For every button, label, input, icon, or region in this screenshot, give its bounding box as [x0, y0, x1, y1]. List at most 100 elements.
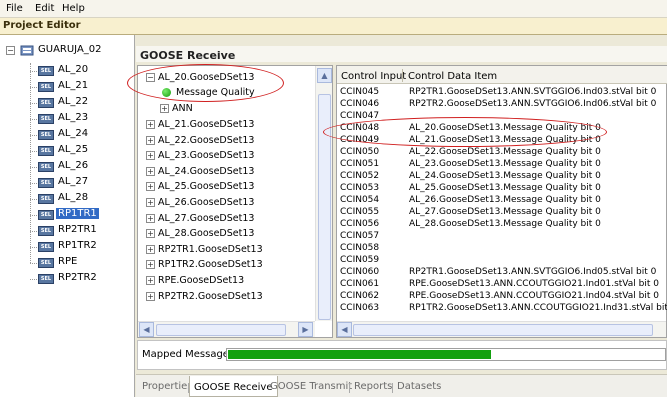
tab-datasets[interactable]: Datasets — [393, 379, 445, 396]
collapse-icon[interactable]: − — [146, 73, 155, 82]
column-divider[interactable] — [402, 69, 403, 82]
tab-goose-receive[interactable]: GOOSE Receive — [189, 376, 278, 397]
expand-icon[interactable]: + — [146, 120, 155, 129]
progress-fill — [228, 350, 491, 359]
table-row[interactable]: CCIN055 AL_27.GooseDSet13.Message Quality… — [337, 207, 667, 218]
scroll-right-icon[interactable]: ▶ — [298, 322, 313, 337]
expand-icon[interactable]: + — [146, 229, 155, 239]
tree-item-label: AL_23 — [58, 112, 89, 123]
control-input-cell: CCIN051 — [340, 159, 380, 169]
bottom-tabs: Properties GOOSE Receive GOOSE Transmit … — [136, 374, 667, 397]
expand-icon[interactable]: + — [146, 166, 155, 176]
tree-item-label: AL_21 — [58, 80, 89, 91]
expand-icon[interactable]: + — [160, 104, 169, 113]
tab-goose-transmit[interactable]: GOOSE Transmit — [266, 379, 356, 396]
dataset-item-label: AL_20.GooseDSet13 — [158, 72, 255, 83]
expand-icon[interactable]: + — [146, 260, 155, 270]
table-row[interactable]: CCIN063 RP1TR2.GooseDSet13.ANN.CCOUTGGIO2… — [337, 303, 667, 314]
control-input-cell: CCIN054 — [340, 195, 380, 205]
table-row[interactable]: CCIN051 AL_23.GooseDSet13.Message Quality… — [337, 159, 667, 170]
scroll-thumb[interactable] — [318, 94, 331, 320]
control-input-cell: CCIN055 — [340, 207, 380, 217]
table-row[interactable]: CCIN050 AL_22.GooseDSet13.Message Quality… — [337, 147, 667, 158]
device-icon: SEL — [38, 146, 54, 156]
project-tree: − GUARUJA_02 SEL AL_20 SEL AL_21 SEL AL_22 SEL… — [0, 35, 135, 397]
menu-bar: File Edit Help — [0, 0, 667, 18]
dataset-vertical-scrollbar[interactable]: ▲ — [315, 66, 332, 321]
device-icon: SEL — [38, 178, 54, 188]
table-row[interactable]: CCIN061 RPE.GooseDSet13.ANN.CCOUTGGIO21.I… — [337, 279, 667, 290]
expand-icon[interactable]: + — [146, 151, 155, 161]
dataset-item-label: AL_26.GooseDSet13 — [158, 197, 255, 208]
dataset-horizontal-scrollbar[interactable]: ◀ ▶ — [138, 321, 315, 337]
dataset-item-label: AL_22.GooseDSet13 — [158, 134, 255, 146]
expand-icon[interactable]: + — [146, 213, 155, 223]
scroll-thumb[interactable] — [156, 324, 286, 336]
control-input-cell: CCIN056 — [340, 219, 380, 229]
expand-icon[interactable]: + — [146, 135, 155, 145]
device-icon: SEL — [38, 114, 54, 124]
expand-icon[interactable]: + — [146, 198, 155, 207]
control-data-item-cell: AL_21.GooseDSet13.Message Quality bit 0 — [409, 135, 601, 145]
mapped-messages-label: Mapped Messages — [142, 349, 235, 360]
tree-item-label: AL_24 — [58, 128, 89, 139]
menu-help[interactable]: Help — [62, 3, 85, 14]
menu-edit[interactable]: Edit — [35, 3, 54, 14]
tree-item-label: AL_25 — [58, 144, 89, 155]
table-row[interactable]: CCIN053 AL_25.GooseDSet13.Message Quality… — [337, 183, 667, 194]
table-horizontal-scrollbar[interactable]: ◀ — [337, 321, 666, 337]
device-icon: SEL — [38, 66, 54, 76]
device-icon: SEL — [38, 162, 54, 172]
table-row[interactable]: CCIN058 — [337, 243, 667, 254]
table-row[interactable]: CCIN060 RP2TR1.GooseDSet13.ANN.SVTGGIO6.I… — [337, 267, 667, 278]
table-row[interactable]: CCIN048 AL_20.GooseDSet13.Message Quality… — [337, 123, 667, 134]
dataset-item-label: AL_21.GooseDSet13 — [158, 119, 255, 130]
ann-label: ANN — [172, 103, 193, 114]
device-icon: SEL — [38, 242, 54, 252]
scroll-thumb[interactable] — [353, 324, 653, 336]
device-icon: SEL — [38, 210, 54, 220]
control-data-item-cell: AL_28.GooseDSet13.Message Quality bit 0 — [409, 219, 601, 229]
tree-item-label: RPE — [58, 256, 78, 267]
column-header-control-data-item[interactable]: Control Data Item — [408, 71, 497, 82]
control-data-item-cell: RP2TR1.GooseDSet13.ANN.SVTGGIO6.Ind05.st… — [409, 267, 657, 277]
tree-guide-line — [30, 247, 37, 248]
tree-guide-line — [30, 183, 37, 184]
table-row[interactable]: CCIN047 — [337, 111, 667, 122]
column-header-control-input[interactable]: Control Input — [341, 71, 406, 82]
control-input-cell: CCIN049 — [340, 135, 380, 145]
control-input-cell: CCIN063 — [340, 303, 380, 313]
scroll-up-icon[interactable]: ▲ — [317, 68, 332, 83]
tree-guide-line — [30, 167, 37, 168]
table-row[interactable]: CCIN057 — [337, 231, 667, 242]
tab-reports[interactable]: Reports — [350, 379, 396, 396]
control-input-cell: CCIN053 — [340, 183, 380, 193]
dataset-item-label: RP2TR1.GooseDSet13 — [158, 243, 263, 255]
tree-guide-line — [30, 151, 37, 152]
table-row[interactable]: CCIN056 AL_28.GooseDSet13.Message Quality… — [337, 219, 667, 230]
control-data-item-cell: AL_22.GooseDSet13.Message Quality bit 0 — [409, 147, 601, 157]
control-data-item-cell: AL_24.GooseDSet13.Message Quality bit 0 — [409, 171, 601, 181]
table-row[interactable]: CCIN045 RP2TR1.GooseDSet13.ANN.SVTGGIO6.I… — [337, 87, 667, 98]
mapped-messages-progress — [226, 348, 666, 361]
expand-icon[interactable]: + — [146, 182, 155, 192]
expand-icon[interactable]: + — [146, 276, 155, 285]
table-row[interactable]: CCIN062 RPE.GooseDSet13.ANN.CCOUTGGIO21.I… — [337, 291, 667, 302]
table-row[interactable]: CCIN052 AL_24.GooseDSet13.Message Quality… — [337, 171, 667, 182]
expand-icon[interactable]: + — [146, 244, 155, 254]
expand-icon[interactable]: + — [146, 291, 155, 301]
scroll-left-icon[interactable]: ◀ — [139, 322, 154, 337]
table-row[interactable]: CCIN054 AL_26.GooseDSet13.Message Quality… — [337, 195, 667, 206]
tree-item-label: AL_27 — [58, 176, 89, 187]
control-input-cell: CCIN058 — [340, 243, 380, 253]
mapped-messages-panel: Mapped Messages — [137, 340, 667, 370]
table-row[interactable]: CCIN059 — [337, 255, 667, 266]
device-icon: SEL — [38, 194, 54, 204]
table-header: Control Input Control Data Item — [337, 66, 667, 84]
table-row[interactable]: CCIN046 RP2TR2.GooseDSet13.ANN.SVTGGIO6.I… — [337, 99, 667, 110]
table-row[interactable]: CCIN049 AL_21.GooseDSet13.Message Quality… — [337, 135, 667, 146]
menu-file[interactable]: File — [6, 3, 23, 14]
scroll-left-icon[interactable]: ◀ — [337, 322, 352, 337]
collapse-icon[interactable]: − — [6, 46, 15, 55]
control-input-cell: CCIN047 — [340, 111, 380, 121]
